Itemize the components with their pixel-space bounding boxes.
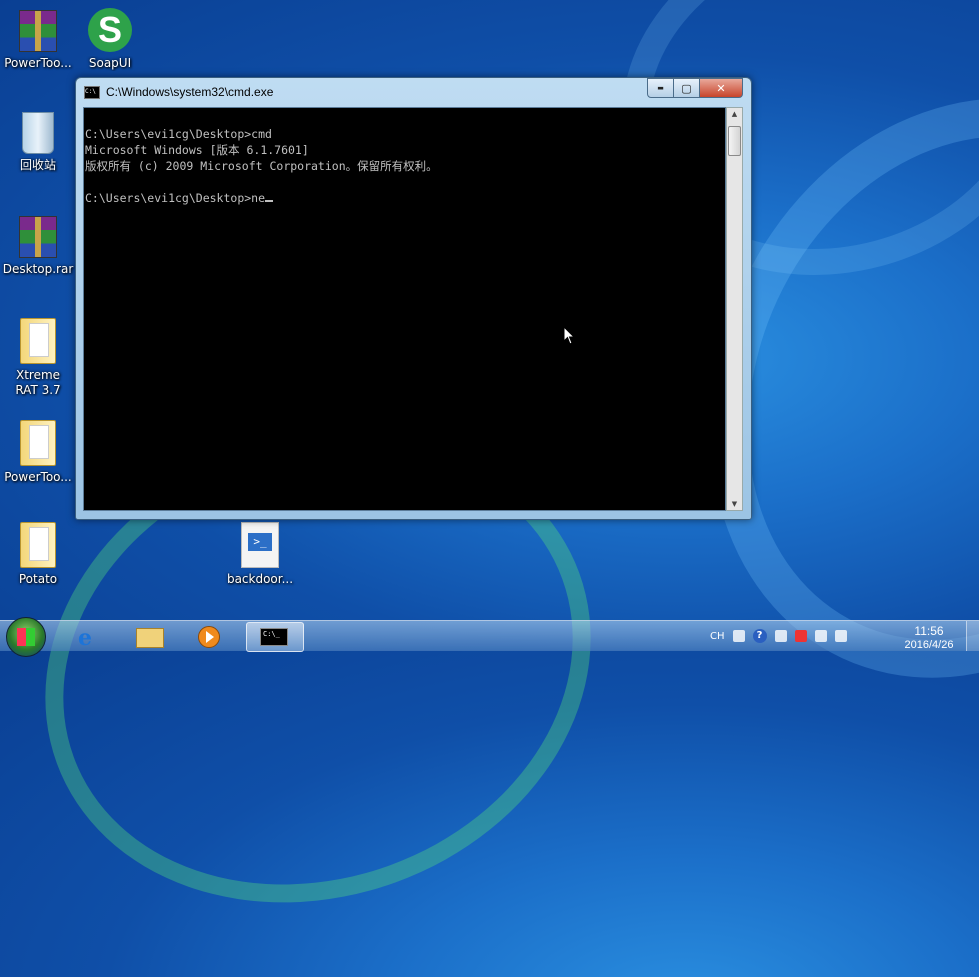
text-cursor: [265, 200, 274, 202]
folder-icon: [20, 420, 56, 466]
desktop-icon-label: PowerToo...: [4, 56, 72, 70]
close-button[interactable]: ✕: [700, 78, 743, 98]
cmd-window[interactable]: C:\ C:\Windows\system32\cmd.exe ▬ ▢ ✕ C:…: [75, 77, 752, 520]
taskbar-internet-explorer[interactable]: e: [62, 622, 118, 651]
show-desktop-button[interactable]: [966, 621, 979, 651]
media-player-icon: [198, 626, 220, 648]
desktop-icon-label: Potato: [18, 572, 58, 586]
desktop-icon-label: PowerToo...: [4, 470, 72, 484]
window-titlebar[interactable]: C:\ C:\Windows\system32\cmd.exe ▬ ▢ ✕: [76, 78, 751, 106]
close-icon: ✕: [716, 81, 726, 95]
language-indicator[interactable]: CH: [710, 631, 725, 642]
powershell-script-icon: [241, 522, 279, 568]
console-line: Microsoft Windows [版本 6.1.7601]: [85, 143, 309, 157]
scroll-up-icon[interactable]: ▲: [727, 110, 742, 118]
desktop-icon-recycle-bin[interactable]: 回收站: [0, 112, 76, 173]
keyboard-icon[interactable]: [732, 630, 745, 642]
winrar-archive-icon: [19, 10, 57, 52]
taskbar-cmd[interactable]: C:\_: [246, 622, 304, 652]
desktop-icon-label: backdoor...: [226, 572, 294, 586]
clock-time: 11:56: [914, 624, 944, 638]
taskbar: e C:\_ CH ? 11:56 2016/4/26: [0, 617, 979, 657]
mouse-pointer-icon: [563, 325, 577, 350]
desktop-icon-label: Desktop.rar: [2, 262, 74, 276]
start-button[interactable]: [6, 617, 46, 657]
scrollbar-thumb[interactable]: [728, 126, 741, 156]
input-settings-icon[interactable]: [774, 630, 787, 642]
windows-logo-icon: [17, 628, 35, 646]
desktop-icon-label: 回收站: [19, 158, 56, 172]
console-line: C:\Users\evi1cg\Desktop>cmd: [85, 127, 272, 141]
network-icon[interactable]: [814, 630, 827, 642]
desktop-icon-label: SoapUI: [88, 56, 132, 70]
volume-icon[interactable]: [834, 630, 847, 642]
internet-explorer-icon: e: [78, 625, 92, 651]
clock-date: 2016/4/26: [904, 639, 954, 649]
maximize-button[interactable]: ▢: [674, 78, 700, 98]
scroll-down-icon[interactable]: ▼: [727, 500, 742, 508]
console-output[interactable]: C:\Users\evi1cg\Desktop>cmd Microsoft Wi…: [83, 107, 726, 511]
minimize-button[interactable]: ▬: [647, 78, 674, 98]
help-icon[interactable]: ?: [752, 629, 767, 643]
maximize-icon: ▢: [681, 81, 692, 95]
desktop-icon-soapui[interactable]: S SoapUI: [72, 8, 148, 71]
minimize-icon: ▬: [657, 84, 664, 92]
desktop-icon-potato[interactable]: Potato: [0, 522, 76, 587]
soapui-icon: S: [88, 8, 132, 52]
console-line: 版权所有 (c) 2009 Microsoft Corporation。保留所有…: [85, 159, 438, 173]
folder-icon: [20, 318, 56, 364]
desktop-icon-xtreme-rat[interactable]: Xtreme RAT 3.7: [0, 318, 76, 398]
cmd-icon: C:\: [84, 86, 100, 99]
console-prompt-line[interactable]: C:\Users\evi1cg\Desktop>ne: [85, 191, 265, 205]
system-tray: CH ?: [710, 621, 847, 651]
cmd-icon: C:\_: [260, 628, 288, 646]
folder-icon: [20, 522, 56, 568]
desktop-icon-powertools[interactable]: PowerToo...: [0, 10, 76, 71]
vertical-scrollbar[interactable]: ▲ ▼: [726, 107, 743, 511]
desktop-icon-powertools-folder[interactable]: PowerToo...: [0, 420, 76, 485]
winrar-archive-icon: [19, 216, 57, 258]
recycle-bin-icon: [22, 112, 54, 154]
desktop-icon-desktop-rar[interactable]: Desktop.rar: [0, 216, 76, 277]
window-title: C:\Windows\system32\cmd.exe: [106, 85, 274, 99]
action-center-icon[interactable]: [794, 630, 807, 642]
window-controls: ▬ ▢ ✕: [647, 78, 743, 98]
file-explorer-icon: [136, 628, 164, 648]
taskbar-explorer[interactable]: [120, 622, 176, 650]
desktop-icon-backdoor[interactable]: backdoor...: [222, 522, 298, 587]
clock[interactable]: 11:56 2016/4/26: [897, 624, 961, 649]
desktop-icon-label: Xtreme RAT 3.7: [15, 368, 61, 397]
taskbar-media-player[interactable]: [180, 622, 236, 650]
